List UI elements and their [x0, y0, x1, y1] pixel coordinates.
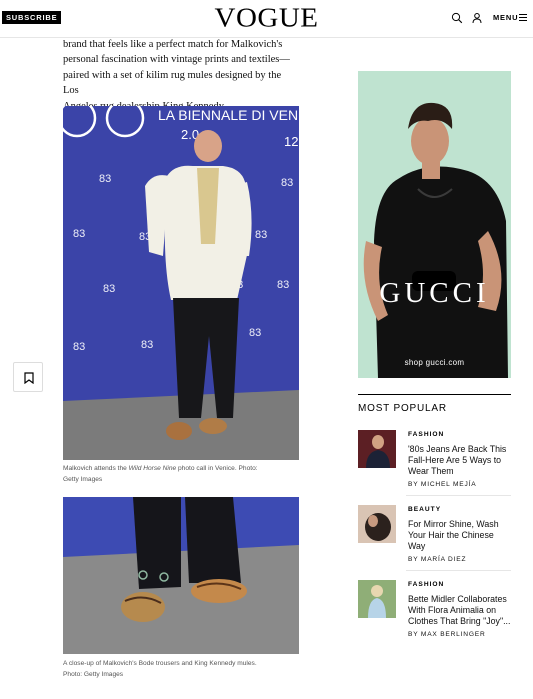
- ad-cta-link[interactable]: shop gucci.com: [358, 358, 511, 367]
- site-header: SUBSCRIBE VOGUE MENU: [0, 0, 533, 38]
- user-icon[interactable]: [471, 12, 483, 24]
- ad-photo: [358, 71, 511, 378]
- backdrop-logo: 83: [255, 229, 267, 241]
- caption-line: Photo: Getty Images: [63, 671, 124, 678]
- headline-line[interactable]: Clothes That Bring "Joy"...: [408, 616, 511, 627]
- thumbnail-image: [358, 505, 396, 543]
- thumbnail-image: [358, 580, 396, 618]
- headline-line[interactable]: For Mirror Shine, Wash: [408, 519, 511, 530]
- backdrop-logo: 83: [103, 283, 115, 295]
- headline-line[interactable]: Fall-Here Are 5 Ways to: [408, 455, 511, 466]
- photo-caption: Malkovich attends the Wild Horse Nine ph…: [63, 463, 299, 485]
- bookmark-icon: [24, 372, 34, 384]
- headline-line[interactable]: Way: [408, 541, 511, 552]
- article-paragraph: brand that feels like a perfect match fo…: [63, 37, 299, 114]
- most-popular-title: MOST POPULAR: [358, 403, 447, 414]
- article-byline: BY MARÍA DIEZ: [408, 556, 467, 563]
- ad-brand-wordmark: GUCCI: [379, 277, 490, 309]
- article-thumbnail[interactable]: [358, 580, 396, 618]
- headline-line[interactable]: '80s Jeans Are Back This: [408, 444, 511, 455]
- article-category[interactable]: FASHION: [408, 430, 444, 439]
- menu-button[interactable]: MENU: [493, 13, 518, 23]
- article-headline[interactable]: Bette Midler Collaborates With Flora Ani…: [408, 594, 511, 628]
- divider: [406, 495, 511, 496]
- divider: [358, 394, 511, 395]
- caption-text: photo call in Venice. Photo:: [176, 465, 258, 472]
- paragraph-line: personal fascination with vintage prints…: [63, 54, 290, 66]
- search-icon[interactable]: [451, 12, 463, 24]
- article-thumbnail[interactable]: [358, 430, 396, 468]
- bookmark-button[interactable]: [13, 362, 43, 392]
- article-photo-shoes-closeup: [63, 497, 299, 654]
- hamburger-icon[interactable]: [519, 14, 527, 21]
- backdrop-logo: 83: [277, 279, 289, 291]
- photo-illustration: [63, 497, 299, 654]
- divider: [406, 570, 511, 571]
- caption-line: Malkovich attends the Wild Horse Nine ph…: [63, 463, 299, 474]
- headline-line[interactable]: Wear Them: [408, 466, 511, 477]
- headline-line[interactable]: With Flora Animalia on: [408, 605, 511, 616]
- gucci-advertisement[interactable]: GUCCI shop gucci.com: [358, 71, 511, 378]
- headline-line[interactable]: Your Hair the Chinese: [408, 530, 511, 541]
- paragraph-line: brand that feels like a perfect match fo…: [63, 39, 283, 50]
- article-byline: BY MICHEL MEJÍA: [408, 481, 477, 488]
- caption-line: Getty Images: [63, 476, 103, 483]
- backdrop-text: LA BIENNALE DI VENEZ: [158, 107, 299, 123]
- backdrop-logo: 83: [73, 228, 85, 240]
- article-photo-malkovich: LA BIENNALE DI VENEZ 2.0 12 83 83 83 83 …: [63, 106, 299, 460]
- photo-caption: A close-up of Malkovich's Bode trousers …: [63, 658, 299, 680]
- article-headline[interactable]: '80s Jeans Are Back This Fall-Here Are 5…: [408, 444, 511, 478]
- headline-line[interactable]: Bette Midler Collaborates: [408, 594, 511, 605]
- backdrop-logo: 83: [281, 177, 293, 189]
- backdrop-logo: 83: [73, 341, 85, 353]
- article-byline: BY MAX BERLINGER: [408, 631, 486, 638]
- article-headline[interactable]: For Mirror Shine, Wash Your Hair the Chi…: [408, 519, 511, 553]
- caption-text: Malkovich attends the: [63, 465, 129, 472]
- thumbnail-image: [358, 430, 396, 468]
- photo-illustration: LA BIENNALE DI VENEZ 2.0 12 83 83 83 83 …: [63, 106, 299, 460]
- paragraph-line: paired with a set of kilim rug mules des…: [63, 69, 282, 97]
- backdrop-logo: 83: [99, 173, 111, 185]
- backdrop-logo: 83: [249, 327, 261, 339]
- caption-film-title: Wild Horse Nine: [128, 465, 177, 472]
- article-category[interactable]: BEAUTY: [408, 505, 441, 514]
- backdrop-logo: 83: [141, 339, 153, 351]
- article-thumbnail[interactable]: [358, 505, 396, 543]
- caption-line: A close-up of Malkovich's Bode trousers …: [63, 660, 257, 667]
- article-category[interactable]: FASHION: [408, 580, 444, 589]
- backdrop-text: 12: [284, 134, 298, 149]
